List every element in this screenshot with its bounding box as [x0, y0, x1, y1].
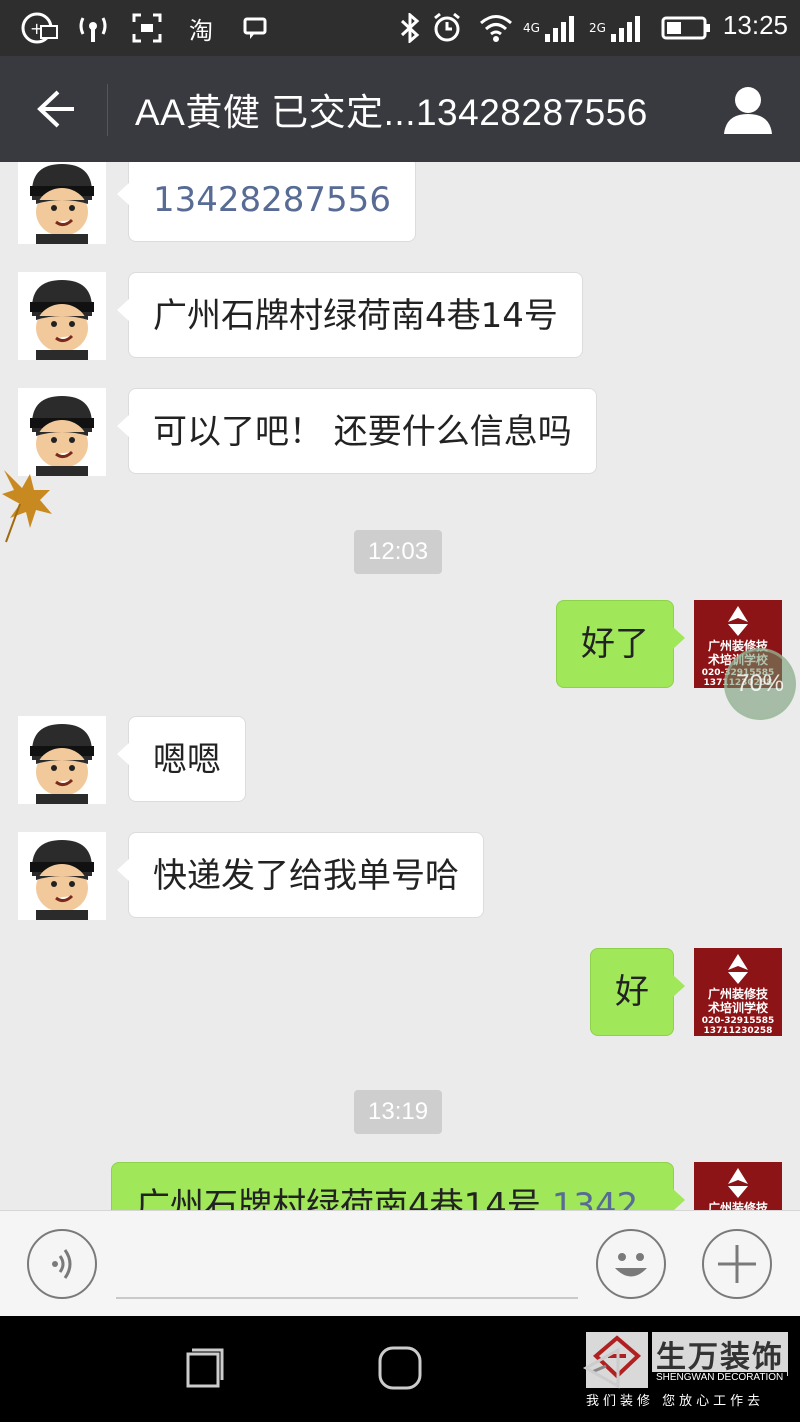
school-logo-icon: 广州装修技: [694, 1162, 782, 1210]
network-2g-label: 2G: [589, 21, 606, 35]
message-bubble-outgoing[interactable]: 好了: [556, 600, 685, 688]
message-input[interactable]: [116, 1231, 578, 1299]
timestamp-chip: 12:03: [354, 530, 443, 574]
voice-button[interactable]: [27, 1229, 97, 1299]
chat-title: AA黄健 已交定...13428287556: [135, 92, 648, 133]
wifi-icon: [478, 12, 514, 44]
status-time: 13:25: [722, 10, 788, 40]
soldier-avatar-icon: [18, 832, 106, 920]
phone-link[interactable]: 13428287556: [153, 180, 391, 220]
profile-button[interactable]: [720, 84, 776, 136]
bluetooth-icon: [396, 12, 424, 44]
timestamp-chip: 13:19: [354, 1090, 443, 1134]
logo-line2: 术培训学校: [707, 1000, 769, 1015]
recent-apps-button[interactable]: [178, 1344, 226, 1392]
chat-notification-icon: [240, 12, 270, 44]
logo-phone1: 020-32915585: [702, 1016, 775, 1026]
recent-apps-icon: [186, 1348, 224, 1388]
watermark-slogan: 我们装修 您放心工作去: [586, 1394, 765, 1409]
message-bubble-outgoing[interactable]: 好: [590, 948, 685, 1036]
watermark-brand: 生万装饰: [652, 1332, 788, 1376]
watermark-english: SHENGWAN DECORATION: [652, 1372, 788, 1383]
logo-line1: 广州装修技: [708, 1200, 769, 1210]
back-triangle-icon: [582, 1347, 620, 1389]
home-icon: [378, 1346, 422, 1390]
contact-avatar[interactable]: [18, 162, 106, 244]
maple-leaf-icon: [2, 470, 52, 543]
back-arrow-icon: [37, 90, 74, 128]
contact-avatar[interactable]: [18, 716, 106, 804]
message-bubble-incoming[interactable]: 嗯嗯: [117, 716, 246, 802]
emoji-icon: [615, 1253, 647, 1277]
self-avatar[interactable]: 广州装修技: [694, 1162, 782, 1210]
back-button[interactable]: [24, 84, 84, 134]
soldier-avatar-icon: [18, 388, 106, 476]
signal-4g-icon: 4G: [520, 12, 578, 44]
title-bar: AA黄健 已交定...13428287556: [0, 56, 800, 162]
input-bar: [0, 1210, 800, 1316]
message-bubble-outgoing[interactable]: 广州石牌村绿荷南4巷14号 1342: [111, 1162, 685, 1210]
soldier-avatar-icon: [18, 162, 106, 244]
status-bar: + 淘 4G 2G 13:25: [0, 0, 800, 56]
alarm-icon: [430, 12, 464, 44]
logo-phone2: 13711230258: [704, 1026, 773, 1036]
chat-area[interactable]: 13428287556 广州石牌村绿荷南4巷14号 可以了吧！ 还要什么信息吗 …: [0, 162, 800, 1210]
message-bubble-incoming[interactable]: 可以了吧！ 还要什么信息吗: [117, 388, 597, 474]
nav-bar: 生万装饰 SHENGWAN DECORATION 我们装修 您放心工作去: [0, 1316, 800, 1422]
emoji-button[interactable]: [596, 1229, 666, 1299]
screenshot-icon: [130, 12, 164, 44]
message-bubble-incoming[interactable]: 快递发了给我单号哈: [117, 832, 484, 918]
message-bubble-incoming[interactable]: 13428287556: [117, 162, 416, 242]
contact-avatar[interactable]: [18, 832, 106, 920]
message-bubble-incoming[interactable]: 广州石牌村绿荷南4巷14号: [117, 272, 583, 358]
voice-icon: [52, 1249, 72, 1279]
contact-avatar[interactable]: [18, 388, 106, 476]
more-button[interactable]: [702, 1229, 772, 1299]
network-4g-label: 4G: [523, 21, 540, 35]
title-divider: [107, 84, 108, 136]
self-avatar[interactable]: 广州装修技术培训学校020-3291558513711230258: [694, 948, 782, 1036]
soldier-avatar-icon: [18, 272, 106, 360]
taobao-icon: 淘: [189, 16, 213, 45]
message-notification-icon: +: [20, 12, 60, 44]
signal-2g-icon: 2G: [586, 12, 644, 44]
battery-icon: [660, 12, 712, 44]
plus-icon: [718, 1245, 756, 1283]
profile-icon: [724, 87, 772, 134]
back-nav-button[interactable]: [578, 1344, 626, 1392]
address-text: 广州石牌村绿荷南4巷14号: [136, 1186, 541, 1210]
school-logo-icon: 广州装修技术培训学校020-3291558513711230258: [694, 948, 782, 1036]
soldier-avatar-icon: [18, 716, 106, 804]
hotspot-icon: [74, 12, 112, 44]
upload-progress-badge: 70%: [724, 648, 796, 720]
contact-avatar[interactable]: [18, 272, 106, 360]
home-button[interactable]: [376, 1344, 424, 1392]
logo-line1: 广州装修技: [708, 986, 769, 1001]
phone-link[interactable]: 1342: [552, 1186, 639, 1210]
